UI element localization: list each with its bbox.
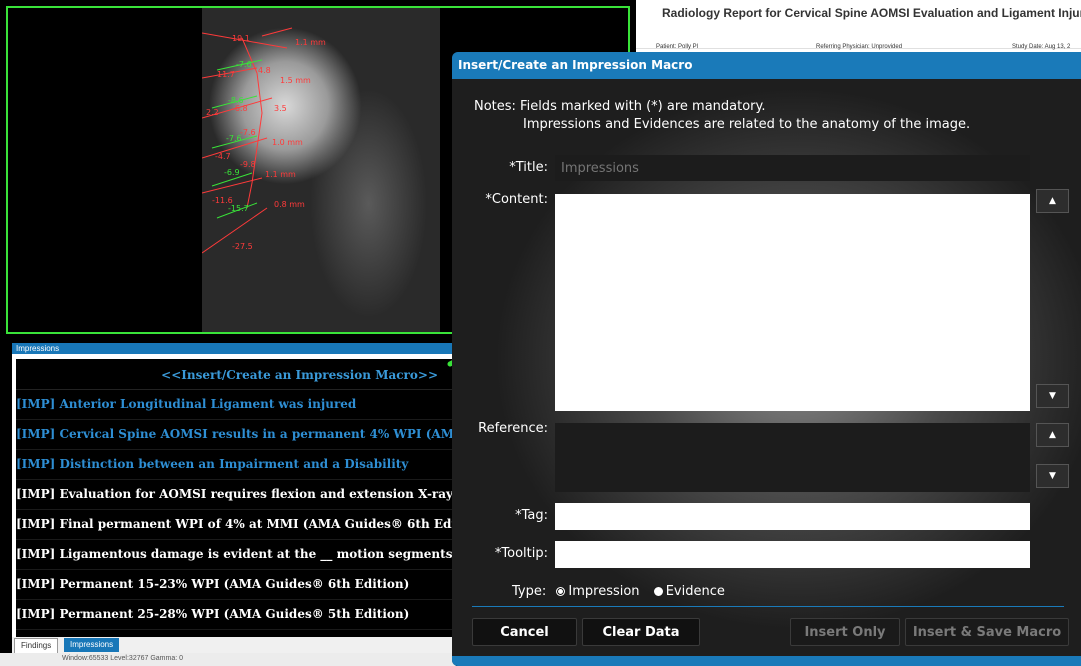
impression-item[interactable]: [IMP] Permanent 15-23% WPI (AMA Guides® …: [16, 570, 456, 600]
content-textarea[interactable]: [555, 194, 1030, 411]
reference-scroll-up-button[interactable]: ▲: [1036, 423, 1069, 447]
status-bar: Window:65533 Level:32767 Gamma: 0: [0, 653, 456, 666]
reference-scroll-down-button[interactable]: ▼: [1036, 464, 1069, 488]
content-label: *Content:: [485, 192, 548, 207]
window-level-readout: Window:65533 Level:32767 Gamma: 0: [62, 655, 184, 662]
arrow-up-icon: ▲: [1049, 430, 1056, 440]
measurement-label: 3.5: [274, 104, 287, 113]
impression-item[interactable]: [IMP] Anterior Longitudinal Ligament was…: [16, 390, 456, 420]
dialog-footer-bar: [452, 656, 1081, 666]
measurement-label: -6.8: [232, 104, 248, 113]
measurement-label: -27.5: [232, 242, 253, 251]
arrow-down-icon: ▼: [1049, 471, 1056, 481]
measurement-label: -7.6: [240, 128, 256, 137]
radio-impression[interactable]: [556, 586, 566, 596]
measurement-label: -9.8: [240, 160, 256, 169]
impressions-panel-header: Impressions: [12, 343, 456, 354]
arrow-up-icon: ▲: [1049, 196, 1056, 206]
content-scroll-down-button[interactable]: ▼: [1036, 384, 1069, 408]
tooltip-input[interactable]: [555, 541, 1030, 568]
title-label: *Title:: [509, 160, 548, 175]
cancel-button[interactable]: Cancel: [472, 618, 577, 646]
measurement-label: -15.7: [228, 204, 249, 213]
measurement-label: 4.8: [258, 66, 271, 75]
insert-save-macro-button[interactable]: Insert & Save Macro: [905, 618, 1069, 646]
measurement-label: -7.6: [236, 60, 252, 69]
impression-item[interactable]: [IMP] Distinction between an Impairment …: [16, 450, 456, 480]
type-label: Type:: [512, 584, 547, 599]
report-physician: Referring Physician: Unprovided: [816, 44, 903, 50]
tag-label: *Tag:: [515, 508, 548, 523]
tooltip-label: *Tooltip:: [494, 546, 548, 561]
tab-impressions[interactable]: Impressions: [64, 638, 120, 652]
measurement-label: -8.6: [228, 96, 244, 105]
impression-item[interactable]: [IMP] Evaluation for AOMSI requires flex…: [16, 480, 456, 510]
tab-findings[interactable]: Findings: [14, 638, 59, 654]
report-study-date: Study Date: Aug 13, 2: [1012, 44, 1071, 50]
dialog-title: Insert/Create an Impression Macro: [452, 52, 1081, 79]
measurement-label: 1.0 mm: [272, 138, 303, 147]
measurement-label: 11.7: [217, 70, 235, 79]
clear-data-button[interactable]: Clear Data: [582, 618, 700, 646]
reference-textarea[interactable]: [555, 423, 1030, 492]
measurement-label: 19.1: [232, 34, 250, 43]
dialog-divider: [472, 606, 1064, 607]
insert-only-button[interactable]: Insert Only: [790, 618, 900, 646]
arrow-down-icon: ▼: [1049, 391, 1056, 401]
notes-line: Impressions and Evidences are related to…: [523, 117, 971, 132]
impressions-list[interactable]: <<Insert/Create an Impression Macro>> [I…: [16, 359, 456, 641]
impression-item[interactable]: [IMP] Final permanent WPI of 4% at MMI (…: [16, 510, 456, 540]
impression-item[interactable]: [IMP] Cervical Spine AOMSI results in a …: [16, 420, 456, 450]
radio-impression-label[interactable]: Impression: [568, 584, 639, 599]
report-title: Radiology Report for Cervical Spine AOMS…: [662, 6, 1081, 20]
dialog-notes: Notes: Fields marked with (*) are mandat…: [474, 98, 970, 134]
notes-line: Notes: Fields marked with (*) are mandat…: [474, 99, 766, 114]
measurement-label: 1.1 mm: [295, 38, 326, 47]
radio-evidence-label[interactable]: Evidence: [666, 584, 725, 599]
type-selector: Type: Impression Evidence: [512, 584, 725, 599]
tag-input[interactable]: [555, 503, 1030, 530]
measurement-label: 1.5 mm: [280, 76, 311, 85]
impression-item[interactable]: [IMP] Permanent 25-28% WPI (AMA Guides® …: [16, 600, 456, 630]
impressions-panel: Impressions <<Insert/Create an Impressio…: [12, 343, 456, 641]
radio-evidence[interactable]: [653, 586, 663, 596]
measurement-label: 1.1 mm: [265, 170, 296, 179]
measurement-label: -7.6: [226, 134, 242, 143]
panel-tabs: Findings Impressions: [12, 637, 456, 654]
impression-item[interactable]: [IMP] Ligamentous damage is evident at t…: [16, 540, 456, 570]
measurement-label: -6.9: [224, 168, 240, 177]
report-header: Radiology Report for Cervical Spine AOMS…: [636, 0, 1081, 49]
report-patient: Patient: Polly Pl: [656, 44, 699, 50]
reference-label: Reference:: [478, 421, 548, 436]
measurement-label: -4.7: [215, 152, 231, 161]
title-input[interactable]: [555, 155, 1030, 181]
insert-impression-macro-link[interactable]: <<Insert/Create an Impression Macro>>: [16, 359, 456, 390]
measurement-label: 0.8 mm: [274, 200, 305, 209]
measurement-label: 2.2: [206, 108, 219, 117]
content-scroll-up-button[interactable]: ▲: [1036, 189, 1069, 213]
insert-impression-macro-dialog: Insert/Create an Impression Macro Notes:…: [452, 52, 1081, 666]
